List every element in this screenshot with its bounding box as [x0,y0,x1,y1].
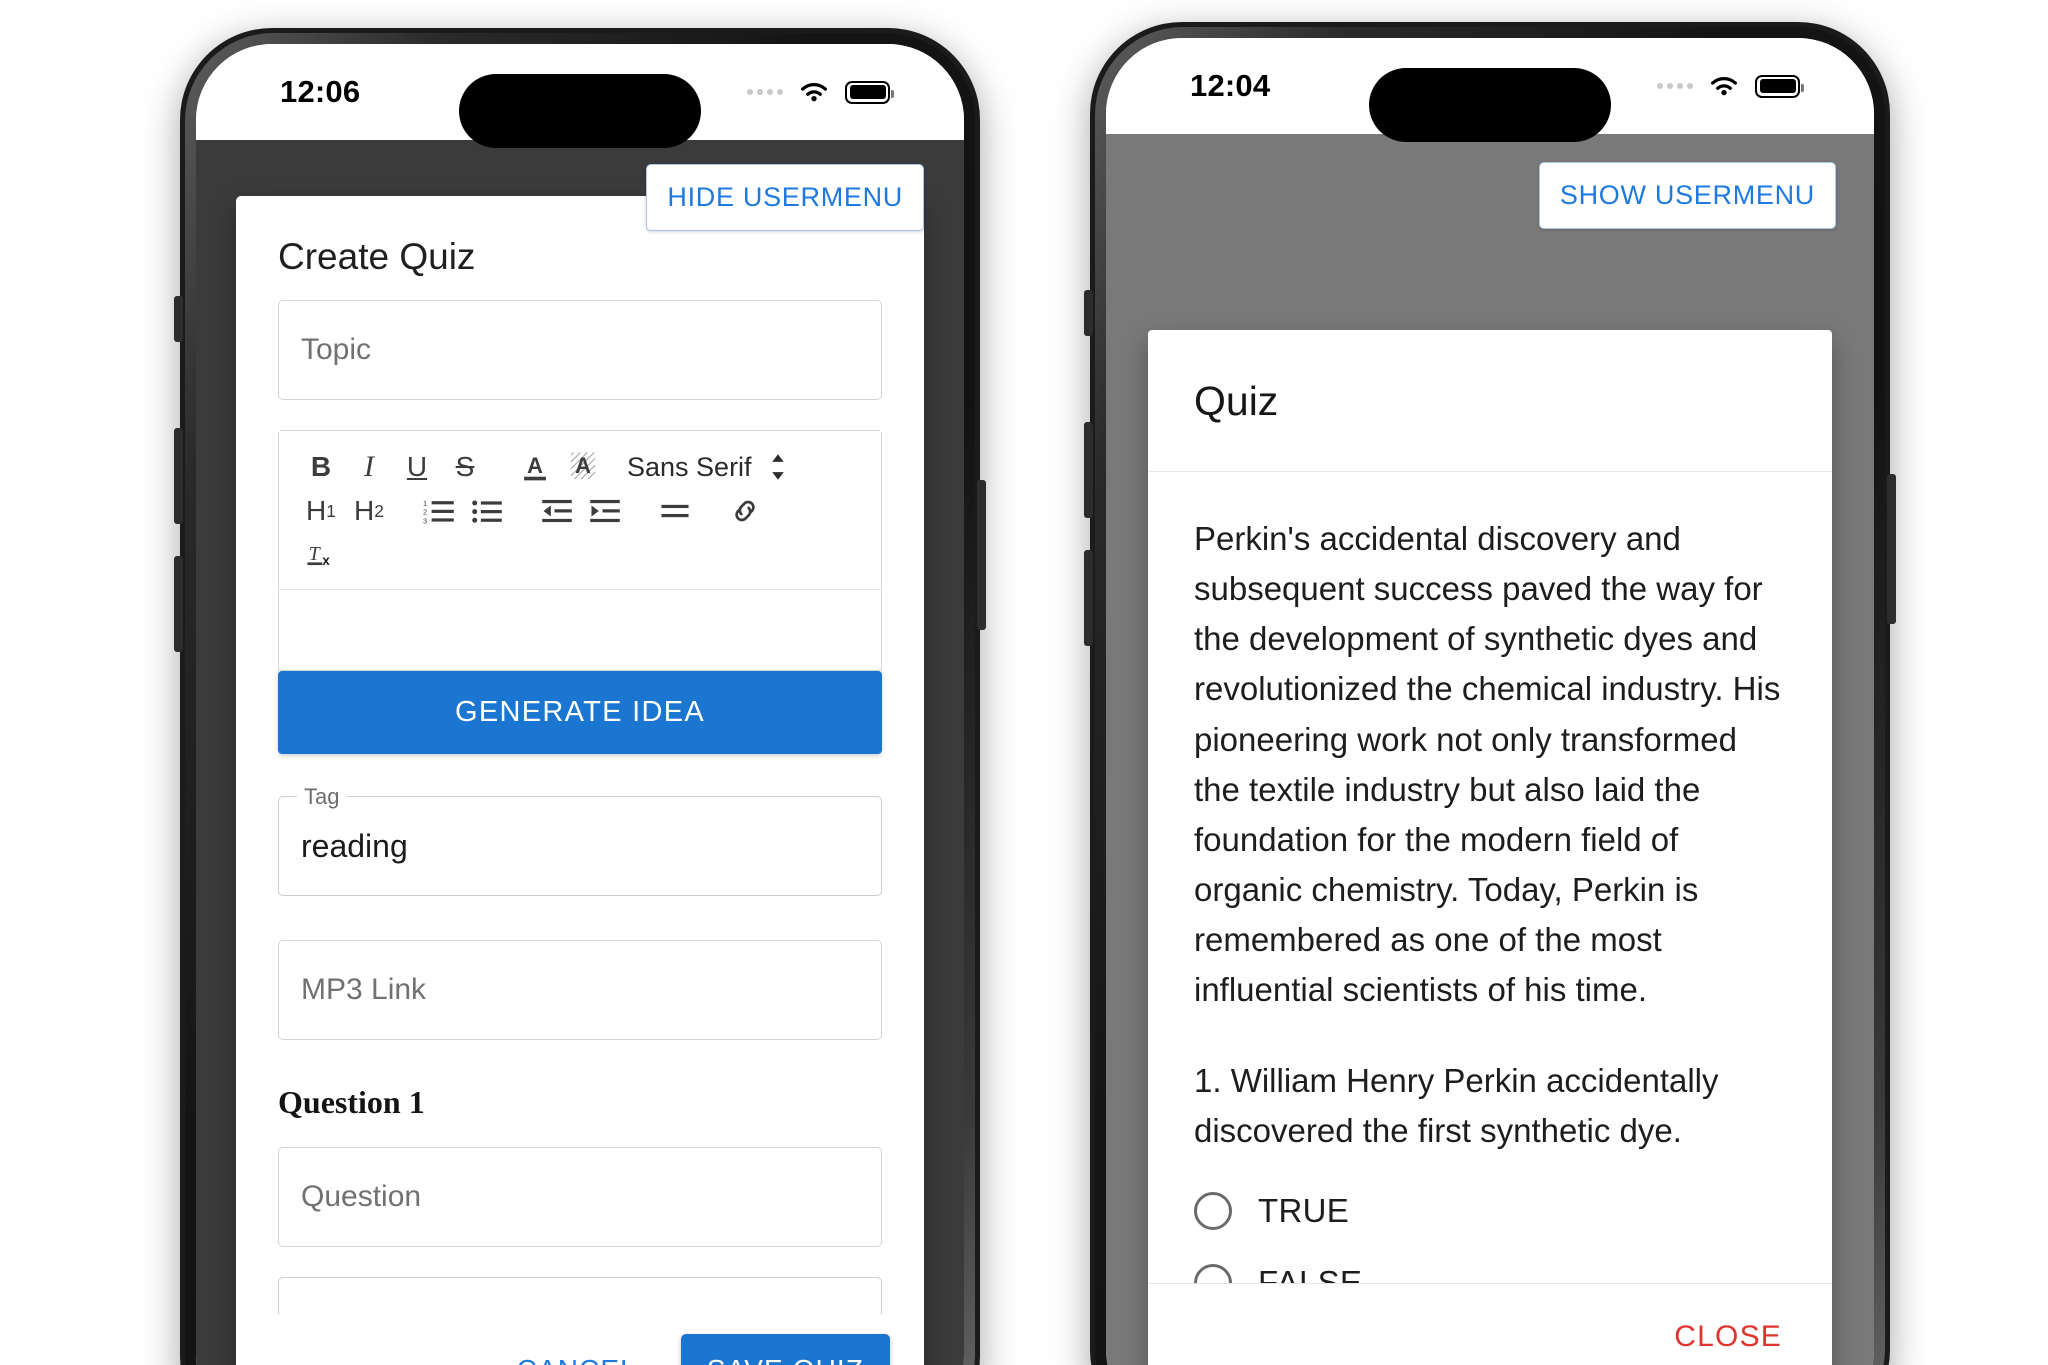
question-type-select[interactable]: Type Choice [278,1277,882,1314]
editor-toolbar-row-2: H1 H2 1 2 3 [297,489,863,533]
dialog-scroll-area[interactable]: Topic B I U S A A Sans Serif H 1 H 2 1 2… [236,300,924,1314]
app-body-left: HIDE USERMENU Create Quiz Topic B I U S … [196,140,964,1365]
dialog-title: Quiz [1148,330,1832,472]
volume-down-button[interactable] [174,556,183,652]
quiz-option-true[interactable]: TRUE [1194,1191,1786,1230]
dialog-actions: CLOSE [1148,1283,1832,1365]
signal-dots-icon [1657,83,1693,89]
volume-up-button[interactable] [174,428,183,524]
close-button[interactable]: CLOSE [1664,1306,1792,1365]
quiz-passage: Perkin's accidental discovery and subseq… [1194,520,1781,1009]
mp3-link-placeholder: MP3 Link [301,973,427,1006]
create-quiz-dialog: Create Quiz Topic B I U S A A Sans Serif… [236,196,924,1365]
clear-formatting-icon[interactable]: T x [297,534,345,576]
heading-2-icon[interactable]: H2 [345,490,393,532]
phone-screen-left: 12:06 HIDE USERMENU Create Quiz Topic B … [196,44,964,1365]
quiz-option-label: TRUE [1258,1191,1350,1229]
ordered-list-icon[interactable]: 1 2 3 [415,490,463,532]
status-bar-left: 12:06 [196,44,964,148]
status-indicators [1657,73,1804,99]
wifi-icon [1711,76,1737,96]
tag-value: reading [301,827,408,864]
silent-switch-button[interactable] [174,296,183,342]
quiz-question-1: 1. William Henry Perkin accidentally dis… [1194,1061,1719,1149]
link-icon[interactable] [721,490,769,532]
question-placeholder: Question [301,1180,422,1213]
silent-switch-button[interactable] [1084,290,1093,336]
outdent-icon[interactable] [533,490,581,532]
bold-icon[interactable]: B [297,446,345,488]
phone-device-left: 12:06 HIDE USERMENU Create Quiz Topic B … [174,28,986,1365]
hide-usermenu-button[interactable]: HIDE USERMENU [646,164,924,231]
quiz-dialog: Quiz Perkin's accidental discovery and s… [1148,330,1832,1365]
battery-icon [1755,74,1804,98]
signal-dots-icon [747,89,783,95]
status-time: 12:04 [1190,68,1271,103]
text-color-icon[interactable]: A [511,446,559,488]
svg-text:x: x [322,553,330,568]
tag-label: Tag [297,784,347,810]
screenshot-stage: 12:06 HIDE USERMENU Create Quiz Topic B … [0,0,2048,1365]
quiz-option-false[interactable]: FALSE [1194,1263,1786,1283]
phone-screen-right: 12:04 SHOW USERMENU Quiz Perkin's accide… [1106,38,1874,1365]
editor-toolbar[interactable]: B I U S A A Sans Serif H 1 H 2 1 2 3 T x [279,431,881,590]
align-icon[interactable] [651,490,699,532]
bullet-list-icon[interactable] [463,490,511,532]
wifi-icon [801,82,827,102]
radio-button-icon[interactable] [1194,1263,1232,1283]
battery-icon [845,80,894,104]
editor-toolbar-row-1: B I U S A A Sans Serif [297,445,863,489]
editor-content-area[interactable] [279,590,881,670]
cancel-button[interactable]: CANCEL [499,1340,655,1365]
power-button[interactable] [977,480,986,630]
volume-up-button[interactable] [1084,422,1093,518]
radio-button-icon[interactable] [1194,1191,1232,1230]
power-button[interactable] [1887,474,1896,624]
editor-toolbar-row-3: T x [297,533,863,577]
status-time: 12:06 [280,74,361,109]
italic-icon[interactable]: I [345,446,393,488]
heading-1-icon[interactable]: H1 [297,490,345,532]
up-down-arrows-icon [771,454,784,480]
status-indicators [747,79,894,105]
tag-input[interactable]: Tag reading [278,784,882,896]
underline-icon[interactable]: U [393,446,441,488]
svg-text:A: A [575,453,591,478]
question-input[interactable]: Question [278,1147,882,1247]
generate-idea-button[interactable]: GENERATE IDEA [278,671,882,754]
svg-text:A: A [527,453,543,478]
font-family-value: Sans Serif [627,451,752,482]
volume-down-button[interactable] [1084,550,1093,646]
strikethrough-icon[interactable]: S [441,446,489,488]
save-quiz-button[interactable]: SAVE QUIZ [680,1334,890,1365]
topic-input[interactable]: Topic [278,300,882,400]
phone-device-right: 12:04 SHOW USERMENU Quiz Perkin's accide… [1084,22,1896,1365]
dialog-actions: CANCEL SAVE QUIZ [236,1314,924,1365]
question-1-heading: Question 1 [278,1084,425,1120]
quiz-content[interactable]: Perkin's accidental discovery and subseq… [1148,472,1832,1283]
font-family-select[interactable]: Sans Serif [627,452,786,483]
dynamic-island [1369,68,1611,142]
rich-text-editor[interactable]: B I U S A A Sans Serif H 1 H 2 1 2 3 T x [278,430,882,671]
topic-placeholder: Topic [301,333,372,366]
status-bar-right: 12:04 [1106,38,1874,142]
quiz-option-label: FALSE [1258,1263,1363,1283]
mp3-link-input[interactable]: MP3 Link [278,940,882,1040]
show-usermenu-button[interactable]: SHOW USERMENU [1538,162,1836,229]
svg-text:T: T [309,543,322,565]
svg-text:3: 3 [423,516,427,525]
dynamic-island [459,74,701,148]
highlight-color-icon[interactable]: A [559,446,607,488]
indent-icon[interactable] [581,490,629,532]
app-body-right: SHOW USERMENU Quiz Perkin's accidental d… [1106,134,1874,1365]
